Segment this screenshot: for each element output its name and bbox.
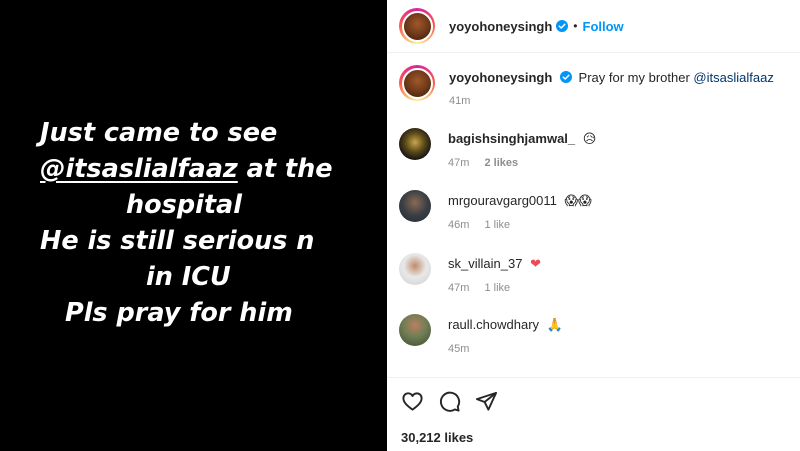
commenter-avatar[interactable] xyxy=(399,253,431,285)
author-avatar-image xyxy=(401,10,433,42)
story-text-line-3: hospital xyxy=(126,189,242,220)
comment-time: 47m xyxy=(448,282,470,294)
comment-item: bagishsinghjamwal_ 😥 47m 2 likes xyxy=(399,128,596,169)
heart-emoji: ❤ xyxy=(530,257,541,272)
comment-meta: 47m 1 like xyxy=(448,282,541,294)
commenter-avatar[interactable] xyxy=(399,314,431,346)
commenter-avatar[interactable] xyxy=(399,190,431,222)
comment-text: 😱😱 xyxy=(564,194,592,209)
author-username[interactable]: yoyohoneysingh xyxy=(449,19,552,34)
verified-icon xyxy=(559,71,572,83)
comment-body: mrgouravgarg0011 😱😱 xyxy=(448,193,592,209)
comment-time: 47m xyxy=(448,157,470,169)
comment-username[interactable]: raull.chowdhary xyxy=(448,317,539,332)
comment-body: raull.chowdhary 🙏 xyxy=(448,317,563,333)
caption-timestamp: 41m xyxy=(449,95,471,107)
share-icon[interactable] xyxy=(475,390,498,413)
follow-button[interactable]: Follow xyxy=(583,19,624,34)
comment-text: 😥 xyxy=(582,132,597,147)
story-text-line-2-rest: at the xyxy=(237,153,333,184)
story-image: Just came to see @itsaslialfaaz at the h… xyxy=(0,0,387,451)
heart-icon[interactable] xyxy=(401,390,424,413)
post-panel: yoyohoneysingh • Follow yoyohoneysingh P… xyxy=(387,0,800,451)
comment-likes[interactable]: 2 likes xyxy=(484,157,518,169)
comment-item: raull.chowdhary 🙏 45m xyxy=(399,314,563,355)
caption-mention-link[interactable]: @itsaslialfaaz xyxy=(693,70,773,85)
story-text-line-2: @itsaslialfaaz at the xyxy=(40,151,387,187)
comment-username[interactable]: sk_villain_37 xyxy=(448,256,522,271)
story-text-line-5: in ICU xyxy=(146,261,231,292)
actions-divider xyxy=(387,377,800,378)
comment-time: 46m xyxy=(448,219,470,231)
post-header: yoyohoneysingh • Follow xyxy=(387,0,800,53)
story-text-line-1: Just came to see xyxy=(40,117,278,148)
post-actions xyxy=(401,390,498,413)
comment-username[interactable]: bagishsinghjamwal_ xyxy=(448,131,575,146)
comment-icon[interactable] xyxy=(438,390,461,413)
separator-dot: • xyxy=(573,19,578,33)
comment-username[interactable]: mrgouravgarg0011 xyxy=(448,193,557,208)
caption-author-avatar-image xyxy=(401,67,433,99)
comment-body: sk_villain_37 ❤ xyxy=(448,256,541,272)
comment-likes[interactable]: 1 like xyxy=(484,219,510,231)
comment-time: 45m xyxy=(448,343,470,355)
comment-item: mrgouravgarg0011 😱😱 46m 1 like xyxy=(399,190,592,231)
comment-likes[interactable]: 1 like xyxy=(484,282,510,294)
comment-text: 🙏 xyxy=(546,318,563,333)
caption-body: yoyohoneysingh Pray for my brother @itsa… xyxy=(449,70,774,85)
likes-count[interactable]: 30,212 likes xyxy=(401,430,473,445)
caption-username[interactable]: yoyohoneysingh xyxy=(449,70,552,85)
post-caption: yoyohoneysingh Pray for my brother @itsa… xyxy=(399,65,774,107)
commenter-avatar[interactable] xyxy=(399,128,431,160)
comment-meta: 45m xyxy=(448,343,563,355)
comment-meta: 46m 1 like xyxy=(448,219,592,231)
caption-author-avatar[interactable] xyxy=(399,65,435,101)
author-avatar[interactable] xyxy=(399,8,435,44)
story-text-line-6: Pls pray for him xyxy=(65,297,293,328)
story-mention: @itsaslialfaaz xyxy=(40,153,238,184)
verified-icon xyxy=(556,20,569,32)
story-text-line-4: He is still serious n xyxy=(40,225,315,256)
comment-body: bagishsinghjamwal_ 😥 xyxy=(448,131,596,147)
comment-meta: 47m 2 likes xyxy=(448,157,596,169)
comment-item: sk_villain_37 ❤ 47m 1 like xyxy=(399,253,541,294)
caption-text: Pray for my brother xyxy=(578,70,694,85)
